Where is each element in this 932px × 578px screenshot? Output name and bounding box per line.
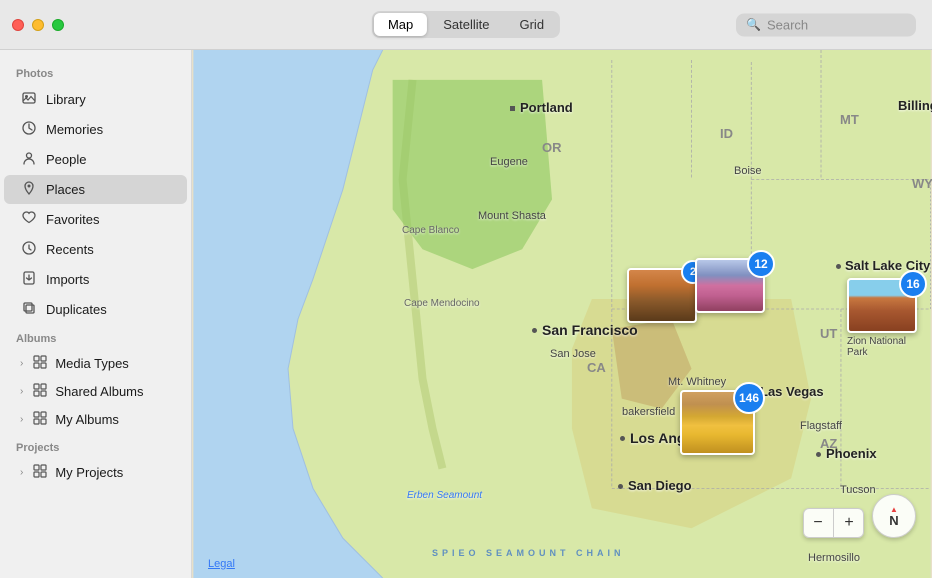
zoom-controls: − + <box>803 508 864 538</box>
memories-label: Memories <box>46 122 103 137</box>
view-toggle-group: Map Satellite Grid <box>372 11 560 38</box>
photos-section-label: Photos <box>0 60 191 84</box>
la-dot <box>620 436 625 441</box>
search-icon: 🔍 <box>746 18 761 32</box>
sidebar-item-duplicates[interactable]: Duplicates <box>4 295 187 324</box>
main-content: Photos Library Memories <box>0 50 932 578</box>
sidebar-item-favorites[interactable]: Favorites <box>4 205 187 234</box>
sidebar-item-places[interactable]: Places <box>4 175 187 204</box>
title-bar: Map Satellite Grid 🔍 Search <box>0 0 932 50</box>
zoom-out-button[interactable]: − <box>804 509 832 537</box>
sidebar-item-shared-albums[interactable]: › Shared Albums <box>4 378 187 405</box>
my-albums-label: My Albums <box>55 412 119 427</box>
people-icon <box>20 150 38 169</box>
map-background <box>192 50 932 578</box>
my-albums-chevron: › <box>20 414 23 425</box>
my-albums-icon <box>31 411 49 428</box>
view-toggle: Map Satellite Grid <box>372 11 560 38</box>
cluster-16-badge: 16 <box>899 270 927 298</box>
sd-dot <box>618 484 623 489</box>
duplicates-icon <box>20 300 38 319</box>
shared-albums-chevron: › <box>20 386 23 397</box>
library-icon <box>20 90 38 109</box>
cluster-146-badge: 146 <box>733 382 765 414</box>
zoom-in-button[interactable]: + <box>835 509 863 537</box>
sidebar-item-my-albums[interactable]: › My Albums <box>4 406 187 433</box>
satellite-view-button[interactable]: Satellite <box>429 13 503 36</box>
sidebar-item-imports[interactable]: Imports <box>4 265 187 294</box>
media-types-label: Media Types <box>55 356 128 371</box>
sf-dot <box>532 328 537 333</box>
photo-cluster-pink-person[interactable]: 12 <box>695 258 765 313</box>
imports-label: Imports <box>46 272 89 287</box>
maximize-button[interactable] <box>52 19 64 31</box>
my-projects-label: My Projects <box>55 465 123 480</box>
my-projects-chevron: › <box>20 467 23 478</box>
search-box[interactable]: 🔍 Search <box>736 13 916 36</box>
media-types-chevron: › <box>20 358 23 369</box>
sidebar-item-my-projects[interactable]: › My Projects <box>4 459 187 486</box>
shared-albums-label: Shared Albums <box>55 384 143 399</box>
compass[interactable]: ▲ N <box>872 494 916 538</box>
duplicates-label: Duplicates <box>46 302 107 317</box>
minimize-button[interactable] <box>32 19 44 31</box>
map-area[interactable]: Portland Eugene Cape Blanco Cape Mendoci… <box>192 50 932 578</box>
memories-icon <box>20 120 38 139</box>
imports-icon <box>20 270 38 289</box>
sidebar-item-recents[interactable]: Recents <box>4 235 187 264</box>
shared-albums-icon <box>31 383 49 400</box>
sidebar-item-library[interactable]: Library <box>4 85 187 114</box>
recents-icon <box>20 240 38 259</box>
grid-view-button[interactable]: Grid <box>505 13 558 36</box>
compass-n-label: N <box>889 514 898 527</box>
people-label: People <box>46 152 86 167</box>
photo-cluster-canyon[interactable]: 16 <box>847 278 917 333</box>
sidebar-item-people[interactable]: People <box>4 145 187 174</box>
legal-link[interactable]: Legal <box>208 558 235 570</box>
search-input[interactable]: Search <box>767 17 906 32</box>
places-label: Places <box>46 182 85 197</box>
portland-dot <box>510 106 515 111</box>
sidebar-item-memories[interactable]: Memories <box>4 115 187 144</box>
library-label: Library <box>46 92 86 107</box>
slc-dot <box>836 264 841 269</box>
map-view-button[interactable]: Map <box>374 13 427 36</box>
recents-label: Recents <box>46 242 94 257</box>
cluster-12-badge: 12 <box>747 250 775 278</box>
close-button[interactable] <box>12 19 24 31</box>
my-projects-icon <box>31 464 49 481</box>
traffic-lights <box>12 19 64 31</box>
photo-cluster-yellow-person[interactable]: 146 <box>680 390 755 455</box>
phoenix-dot <box>816 452 821 457</box>
media-types-icon <box>31 355 49 372</box>
projects-section-label: Projects <box>0 434 191 458</box>
places-icon <box>20 180 38 199</box>
sidebar-item-media-types[interactable]: › Media Types <box>4 350 187 377</box>
albums-section-label: Albums <box>0 325 191 349</box>
sidebar: Photos Library Memories <box>0 50 192 578</box>
favorites-icon <box>20 210 38 229</box>
favorites-label: Favorites <box>46 212 99 227</box>
photo-cluster-sunset[interactable]: 2 <box>627 268 697 323</box>
